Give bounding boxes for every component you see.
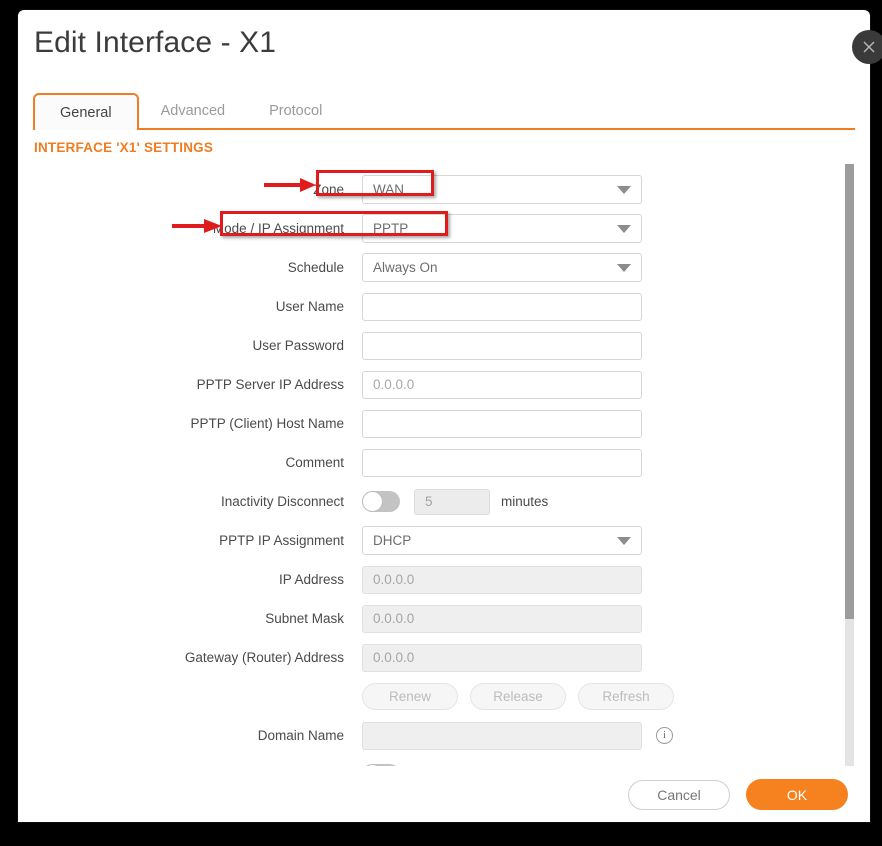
dialog-footer: Cancel OK xyxy=(18,766,870,822)
subnet-mask-label: Subnet Mask xyxy=(265,610,344,626)
inactivity-minutes-input[interactable]: 5 xyxy=(414,488,490,515)
pptp-server-ip-label: PPTP Server IP Address xyxy=(196,376,344,392)
settings-scroll-area: Zone WAN Mode / IP Assignment PPTP Sched… xyxy=(18,162,870,787)
zone-label: Zone xyxy=(313,181,344,197)
tab-general[interactable]: General xyxy=(33,93,139,130)
cancel-button[interactable]: Cancel xyxy=(628,779,730,810)
row-gateway-address: Gateway (Router) Address 0.0.0.0 xyxy=(18,638,870,677)
close-icon[interactable] xyxy=(852,30,882,64)
pptp-ip-assignment-value: DHCP xyxy=(373,533,412,548)
mode-select[interactable]: PPTP xyxy=(362,214,642,243)
zone-value: WAN xyxy=(373,182,404,197)
edit-interface-dialog: Edit Interface - X1 General Advanced Pro… xyxy=(18,10,882,822)
inactivity-disconnect-label: Inactivity Disconnect xyxy=(220,493,344,509)
row-schedule: Schedule Always On xyxy=(18,248,870,287)
chevron-down-icon xyxy=(617,263,631,272)
schedule-select[interactable]: Always On xyxy=(362,253,642,282)
chevron-down-icon xyxy=(617,185,631,194)
comment-input[interactable] xyxy=(362,448,642,477)
row-user-password: User Password xyxy=(18,326,870,365)
schedule-value: Always On xyxy=(373,260,438,275)
row-subnet-mask: Subnet Mask 0.0.0.0 xyxy=(18,599,870,638)
row-ip-address: IP Address 0.0.0.0 xyxy=(18,560,870,599)
user-password-input[interactable] xyxy=(362,331,642,360)
refresh-button[interactable]: Refresh xyxy=(578,683,674,710)
chevron-down-icon xyxy=(617,224,631,233)
mode-value: PPTP xyxy=(373,221,409,236)
domain-name-input xyxy=(362,721,642,750)
minutes-unit-label: minutes xyxy=(501,494,549,509)
row-inactivity-disconnect: Inactivity Disconnect 5 minutes xyxy=(18,482,870,521)
ip-address-input: 0.0.0.0 xyxy=(362,565,642,594)
dialog-title: Edit Interface - X1 xyxy=(34,26,277,59)
tab-protocol[interactable]: Protocol xyxy=(247,94,344,128)
row-zone: Zone WAN xyxy=(18,170,870,209)
zone-select[interactable]: WAN xyxy=(362,175,642,204)
tab-advanced[interactable]: Advanced xyxy=(139,94,248,128)
row-pptp-ip-assignment: PPTP IP Assignment DHCP xyxy=(18,521,870,560)
pptp-server-ip-input[interactable]: 0.0.0.0 xyxy=(362,370,642,399)
gateway-address-label: Gateway (Router) Address xyxy=(184,649,344,665)
tab-bar: General Advanced Protocol xyxy=(33,93,855,130)
dhcp-action-buttons: Renew Release Refresh xyxy=(362,683,674,710)
pptp-host-name-input[interactable] xyxy=(362,409,642,438)
row-pptp-server-ip: PPTP Server IP Address 0.0.0.0 xyxy=(18,365,870,404)
gateway-address-input: 0.0.0.0 xyxy=(362,643,642,672)
scrollbar-thumb[interactable] xyxy=(845,164,854,619)
schedule-label: Schedule xyxy=(287,259,344,275)
row-pptp-host-name: PPTP (Client) Host Name xyxy=(18,404,870,443)
row-comment: Comment xyxy=(18,443,870,482)
row-dhcp-actions: Renew Release Refresh xyxy=(18,677,870,716)
domain-name-label: Domain Name xyxy=(257,727,344,743)
close-x-glyph xyxy=(863,41,875,53)
comment-label: Comment xyxy=(285,454,344,470)
ip-address-label: IP Address xyxy=(278,571,344,587)
info-icon[interactable]: i xyxy=(656,727,673,744)
pptp-ip-assignment-label: PPTP IP Assignment xyxy=(219,532,344,548)
interface-settings-form: Zone WAN Mode / IP Assignment PPTP Sched… xyxy=(18,162,870,767)
subnet-mask-input: 0.0.0.0 xyxy=(362,604,642,633)
row-domain-name: Domain Name i xyxy=(18,716,870,755)
row-mode: Mode / IP Assignment PPTP xyxy=(18,209,870,248)
pptp-host-name-label: PPTP (Client) Host Name xyxy=(190,415,344,431)
user-password-label: User Password xyxy=(252,337,344,353)
section-heading: INTERFACE 'X1' SETTINGS xyxy=(34,140,214,155)
user-name-label: User Name xyxy=(275,298,344,314)
row-user-name: User Name xyxy=(18,287,870,326)
ok-button[interactable]: OK xyxy=(746,779,848,810)
user-name-input[interactable] xyxy=(362,292,642,321)
chevron-down-icon xyxy=(617,536,631,545)
mode-label: Mode / IP Assignment xyxy=(212,220,344,236)
inactivity-disconnect-toggle[interactable] xyxy=(362,491,400,512)
renew-button[interactable]: Renew xyxy=(362,683,458,710)
release-button[interactable]: Release xyxy=(470,683,566,710)
scrollbar-track[interactable] xyxy=(845,164,854,786)
pptp-ip-assignment-select[interactable]: DHCP xyxy=(362,526,642,555)
toggle-knob xyxy=(363,492,382,511)
